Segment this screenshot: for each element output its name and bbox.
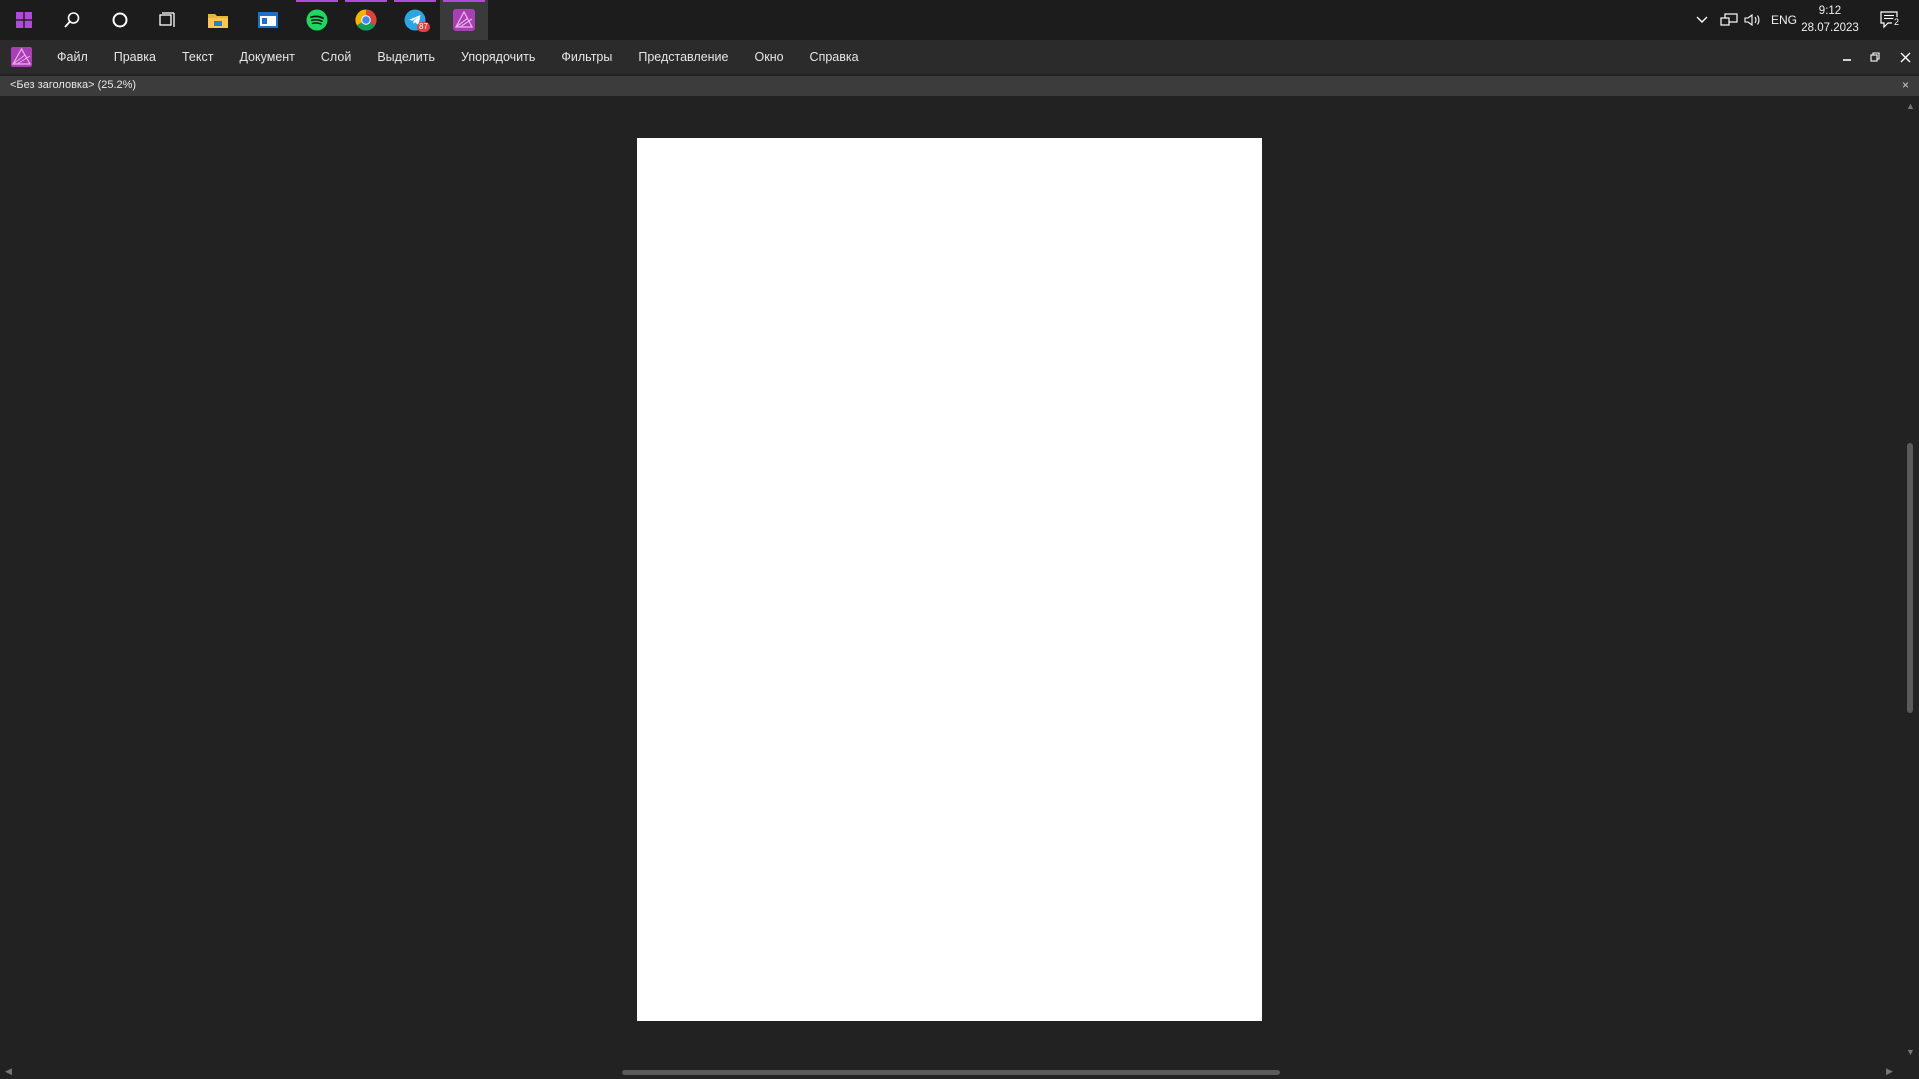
chrome-icon[interactable]	[342, 0, 390, 40]
windows-start-icon[interactable]	[0, 0, 48, 40]
cortana-icon[interactable]	[96, 0, 144, 40]
document-page[interactable]	[637, 138, 1262, 1021]
notifications-badge: 2	[1892, 17, 1902, 28]
clock[interactable]: 9:12 28.07.2023	[1797, 3, 1863, 37]
scroll-up-arrow-icon[interactable]: ▲	[1906, 102, 1915, 111]
language-indicator[interactable]: ENG	[1771, 0, 1797, 40]
menu-filters[interactable]: Фильтры	[548, 50, 625, 64]
horizontal-scroll-thumb[interactable]	[622, 1070, 1280, 1075]
search-icon[interactable]	[48, 0, 96, 40]
minimize-button[interactable]	[1833, 40, 1861, 74]
app-window-icon[interactable]	[244, 0, 292, 40]
menu-help[interactable]: Справка	[797, 50, 872, 64]
close-document-icon[interactable]: ×	[1902, 78, 1909, 92]
menu-file[interactable]: Файл	[44, 50, 101, 64]
scroll-left-arrow-icon[interactable]: ◀	[5, 1067, 12, 1076]
telegram-icon[interactable]: 87	[391, 0, 439, 40]
spotify-icon[interactable]	[293, 0, 341, 40]
canvas-area[interactable]	[0, 96, 1902, 1064]
menu-bar: Файл Правка Текст Документ Слой Выделить…	[0, 40, 1919, 74]
menu-window[interactable]: Окно	[742, 50, 797, 64]
vertical-scrollbar[interactable]: ▲ ▼	[1902, 96, 1919, 1064]
menu-view[interactable]: Представление	[625, 50, 741, 64]
menu-items: Файл Правка Текст Документ Слой Выделить…	[44, 40, 872, 74]
clock-date: 28.07.2023	[1801, 22, 1859, 34]
clock-time: 9:12	[1818, 5, 1842, 17]
scroll-down-arrow-icon[interactable]: ▼	[1906, 1048, 1915, 1057]
menu-text[interactable]: Текст	[169, 50, 226, 64]
telegram-badge: 87	[417, 22, 430, 32]
menu-edit[interactable]: Правка	[101, 50, 169, 64]
hidden-icons-chevron-icon[interactable]	[1695, 0, 1709, 40]
scroll-right-arrow-icon[interactable]: ▶	[1886, 1067, 1893, 1076]
menu-select[interactable]: Выделить	[364, 50, 448, 64]
menu-layer[interactable]: Слой	[308, 50, 364, 64]
horizontal-scrollbar[interactable]: ◀ ▶	[0, 1064, 1919, 1079]
vertical-scroll-thumb[interactable]	[1907, 443, 1913, 713]
menu-arrange[interactable]: Упорядочить	[448, 50, 548, 64]
restore-button[interactable]	[1861, 40, 1889, 74]
affinity-logo-icon	[11, 47, 32, 72]
affinity-publisher-icon[interactable]	[440, 0, 488, 40]
menu-document[interactable]: Документ	[226, 50, 307, 64]
close-window-button[interactable]	[1891, 40, 1919, 74]
document-tab-title: <Без заголовка> (25.2%)	[10, 79, 137, 91]
windows-taskbar: 87 ENG 9:12 28.07.2023 2	[0, 0, 1919, 40]
volume-icon[interactable]	[1744, 0, 1762, 40]
network-icon[interactable]	[1720, 0, 1738, 40]
file-explorer-icon[interactable]	[194, 0, 242, 40]
task-view-icon[interactable]	[144, 0, 192, 40]
notifications-icon[interactable]: 2	[1880, 0, 1902, 40]
document-tab[interactable]: <Без заголовка> (25.2%) ×	[0, 76, 1919, 96]
